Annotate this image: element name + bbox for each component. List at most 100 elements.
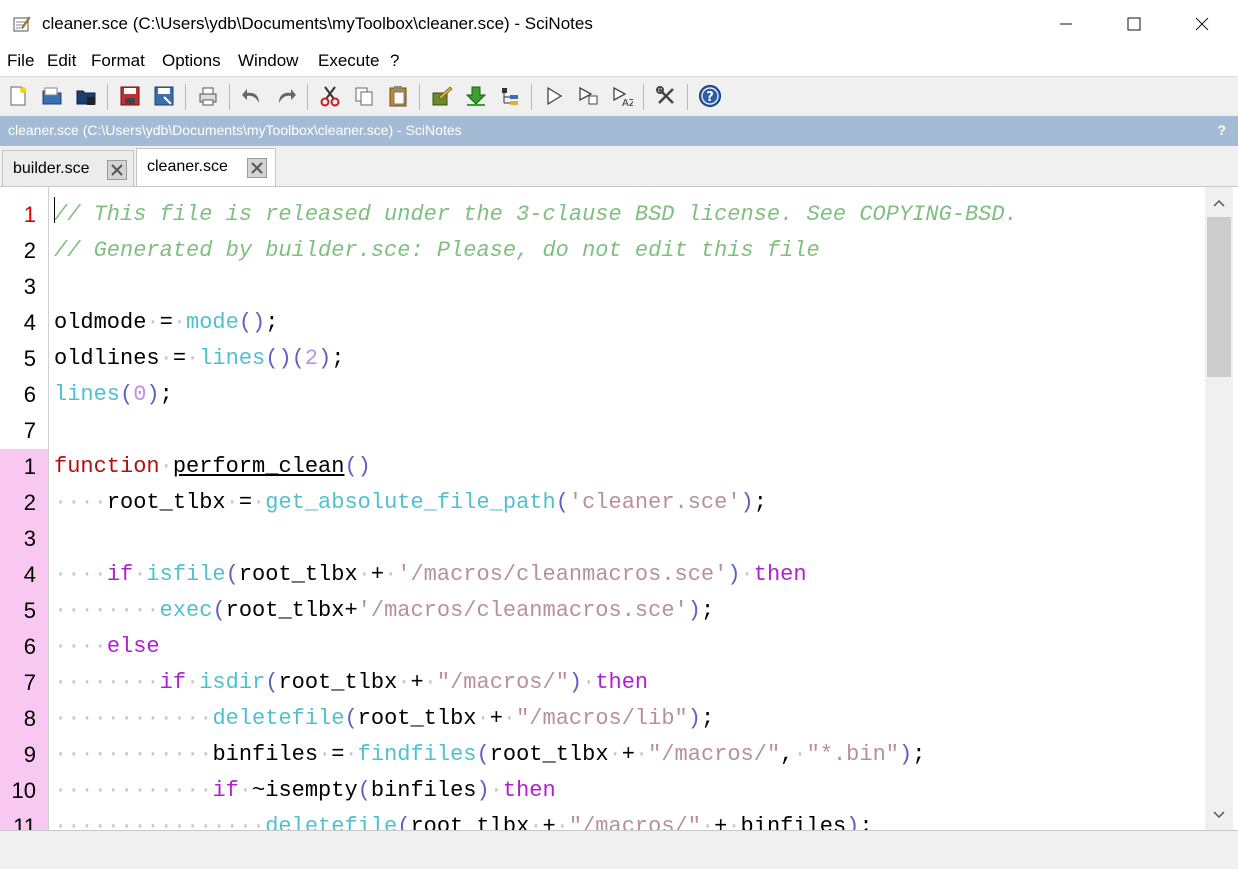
- code-token: ····: [54, 490, 107, 515]
- code-token: +: [621, 742, 635, 767]
- code-token: get_absolute_file_path: [265, 490, 556, 515]
- code-token: ): [318, 346, 332, 371]
- new-file-button[interactable]: [4, 82, 32, 110]
- docbar-help-button[interactable]: ?: [1217, 122, 1226, 138]
- line-number: 3: [23, 274, 36, 299]
- line-number: 11: [0, 809, 48, 831]
- code-token: ·: [529, 814, 543, 831]
- redo-icon: [279, 89, 296, 103]
- toolbar-separator: [531, 84, 532, 110]
- code-token: =: [172, 346, 187, 371]
- maximize-button[interactable]: [1100, 0, 1168, 48]
- code-token: if: [212, 778, 239, 803]
- tools-icon: [656, 86, 674, 104]
- new-file-icon: [10, 86, 26, 106]
- code-token: "*.bin": [806, 742, 899, 767]
- code-token: if: [159, 670, 187, 695]
- menu-help[interactable]: ?: [390, 51, 399, 71]
- menu-edit[interactable]: Edit: [47, 51, 76, 71]
- code-token: function: [54, 454, 160, 479]
- code-token: ): [846, 814, 860, 831]
- code-token: (: [212, 598, 226, 623]
- code-token: ·: [740, 562, 754, 587]
- code-line: ····else: [54, 629, 160, 665]
- code-token: ·: [172, 310, 187, 335]
- close-icon: [111, 164, 123, 176]
- code-token: ·: [133, 562, 147, 587]
- vertical-scrollbar[interactable]: [1205, 187, 1233, 831]
- code-token: ·: [146, 310, 160, 335]
- tab-close-button[interactable]: [247, 158, 267, 178]
- scroll-up-button[interactable]: [1205, 193, 1233, 213]
- code-token: ·: [186, 346, 200, 371]
- code-token: ·: [384, 562, 398, 587]
- minimize-button[interactable]: [1032, 0, 1100, 48]
- execute-button[interactable]: [540, 82, 568, 110]
- print-button[interactable]: [194, 82, 222, 110]
- code-token: ·: [225, 490, 239, 515]
- menu-file[interactable]: File: [7, 51, 34, 71]
- code-token: ·: [489, 778, 503, 803]
- undo-button[interactable]: [238, 82, 266, 110]
- code-token: isfile: [146, 562, 226, 587]
- code-token: perform_clean: [172, 454, 345, 479]
- execute-file-button[interactable]: AZ: [608, 82, 636, 110]
- code-token: =: [159, 310, 173, 335]
- code-token: ·: [159, 454, 173, 479]
- execute-file-icon: AZ: [613, 86, 633, 107]
- code-line: ············deletefile(root_tlbx·+·"/mac…: [54, 701, 714, 737]
- code-token: ~isempty: [252, 778, 358, 803]
- save-as-button[interactable]: [150, 82, 178, 110]
- find-button[interactable]: [428, 82, 456, 110]
- open-recent-button[interactable]: [72, 82, 100, 110]
- close-button[interactable]: [1168, 0, 1236, 48]
- preferences-button[interactable]: [652, 82, 680, 110]
- tab-cleaner-sce[interactable]: cleaner.sce: [136, 148, 276, 187]
- line-number: 6: [23, 382, 36, 407]
- code-token: =: [238, 490, 253, 515]
- tab-close-button[interactable]: [107, 160, 127, 180]
- code-token: ;: [753, 490, 767, 515]
- menu-execute[interactable]: Execute: [318, 51, 379, 71]
- code-token: 2: [304, 346, 319, 371]
- chevron-down-icon: [1213, 811, 1225, 819]
- save-button[interactable]: [116, 82, 144, 110]
- code-token: root_tlbx: [410, 814, 530, 831]
- scrollbar-thumb[interactable]: [1207, 217, 1231, 377]
- close-icon: [251, 162, 263, 174]
- load-into-scilab-button[interactable]: [462, 82, 490, 110]
- cut-button[interactable]: [316, 82, 344, 110]
- menu-format[interactable]: Format: [91, 51, 145, 71]
- paste-button[interactable]: [384, 82, 412, 110]
- line-number: 1: [0, 449, 48, 485]
- code-token: oldlines: [54, 346, 160, 371]
- code-area[interactable]: // This file is released under the 3-cla…: [54, 187, 1204, 831]
- structure-button[interactable]: [496, 82, 524, 110]
- code-token: "/macros/": [436, 670, 569, 695]
- scroll-down-button[interactable]: [1205, 805, 1233, 825]
- code-line: oldlines·=·lines()(2);: [54, 341, 344, 377]
- open-file-button[interactable]: [38, 82, 66, 110]
- menu-window[interactable]: Window: [238, 51, 298, 71]
- tab-builder-sce[interactable]: builder.sce: [2, 150, 134, 186]
- line-number: 8: [0, 701, 48, 737]
- copy-button[interactable]: [350, 82, 378, 110]
- help-button[interactable]: ?: [696, 82, 724, 110]
- code-token: ····: [54, 562, 107, 587]
- execute-with-echo-button[interactable]: [574, 82, 602, 110]
- code-line: function·perform_clean(): [54, 449, 371, 485]
- redo-button[interactable]: [272, 82, 300, 110]
- code-token: ·: [476, 706, 490, 731]
- code-token: (: [357, 778, 371, 803]
- code-editor[interactable]: 1 2 3 4 5 6 7 1 2 3 4 5 6 7 8 9 10 11 // This file is rel…: [0, 186, 1238, 831]
- code-token: // Generated by builder.sce: Please, do …: [54, 238, 820, 263]
- copy-icon: [355, 87, 373, 106]
- code-token: if: [106, 562, 134, 587]
- menu-options[interactable]: Options: [162, 51, 221, 71]
- line-number: 4: [0, 557, 48, 593]
- code-token: ·: [357, 562, 371, 587]
- code-token: lines: [199, 346, 266, 371]
- code-token: ): [476, 778, 490, 803]
- code-token: ············: [54, 778, 213, 803]
- toolbar-separator: [185, 84, 186, 110]
